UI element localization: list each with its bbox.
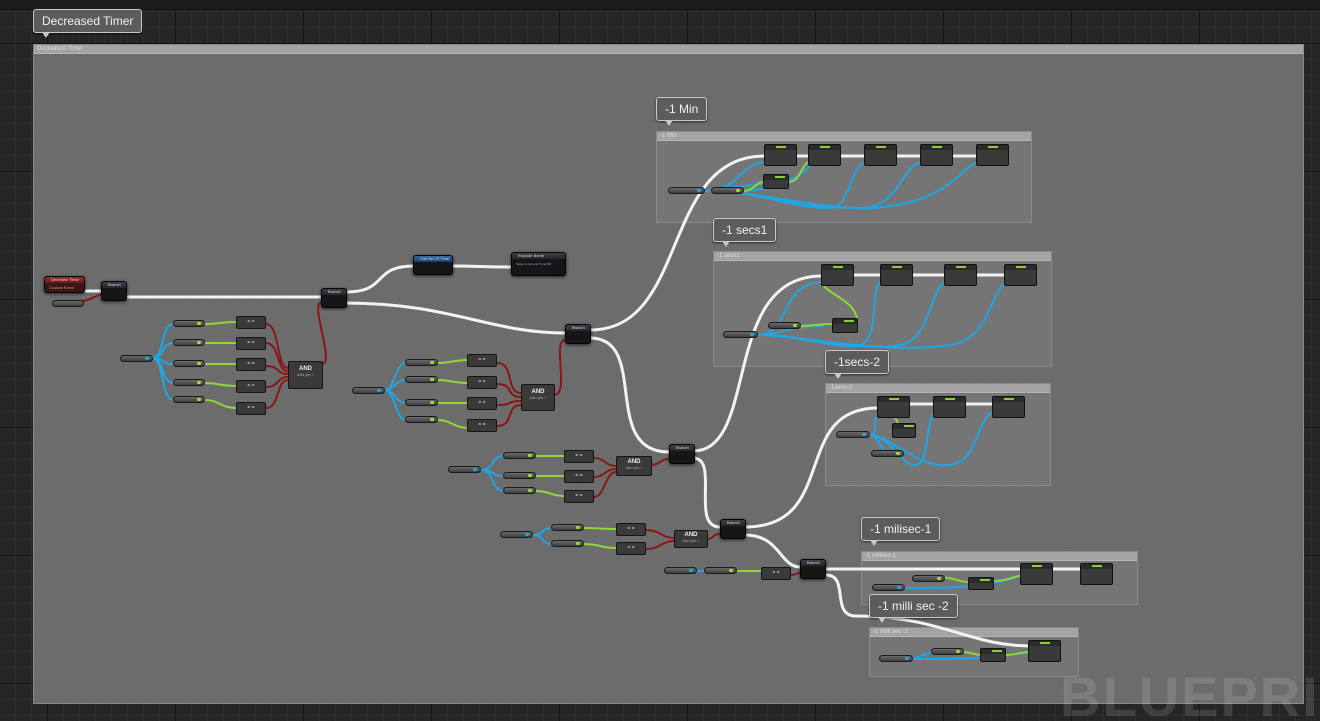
compare-node[interactable]: = = — [467, 397, 497, 410]
add-pin-label[interactable]: Add pin + — [617, 465, 651, 470]
variable-getter[interactable] — [52, 300, 84, 307]
variable-getter[interactable] — [503, 472, 536, 479]
variable-getter[interactable] — [879, 655, 913, 662]
and-boolean-node[interactable]: AND Add pin + — [674, 530, 708, 548]
add-pin-label[interactable]: Add pin + — [675, 538, 707, 543]
math-node[interactable] — [968, 577, 994, 590]
event-title: Decrease Timer — [45, 277, 84, 283]
compare-node[interactable]: = = — [467, 419, 497, 432]
variable-getter[interactable] — [405, 399, 438, 406]
set-variable-node[interactable] — [933, 396, 966, 418]
math-node[interactable] — [763, 174, 789, 189]
variable-getter[interactable] — [173, 320, 205, 327]
variable-getter[interactable] — [173, 396, 205, 403]
variable-getter[interactable] — [668, 187, 705, 194]
compare-node[interactable]: = = — [467, 376, 497, 389]
explode-bomb-function-node[interactable]: Explode Bomb Target is Ground Timer BP — [511, 252, 566, 276]
branch-node[interactable]: Branch — [669, 444, 695, 464]
variable-getter[interactable] — [405, 359, 438, 366]
branch-title: Branch — [566, 325, 590, 331]
math-node[interactable] — [832, 318, 858, 333]
set-variable-node[interactable] — [808, 144, 841, 166]
branch-node[interactable]: Branch — [101, 281, 127, 301]
set-variable-node[interactable] — [880, 264, 913, 286]
comment-bubble-millisec2[interactable]: -1 milli sec -2 — [869, 594, 958, 623]
add-pin-label[interactable]: Add pin + — [522, 395, 554, 400]
branch-node[interactable]: Branch — [565, 324, 591, 344]
branch-title: Branch — [322, 289, 346, 295]
set-timer-function-node[interactable]: Call Set Of Time — [413, 255, 453, 275]
variable-getter[interactable] — [912, 575, 945, 582]
compare-node[interactable]: = = — [236, 380, 266, 393]
variable-getter[interactable] — [664, 567, 697, 574]
blueprint-graph-canvas[interactable]: Decreased Timer Decreased Timer -1 Min -… — [0, 0, 1320, 721]
variable-getter[interactable] — [405, 416, 438, 423]
variable-getter[interactable] — [711, 187, 744, 194]
variable-getter[interactable] — [120, 355, 153, 362]
set-variable-node[interactable] — [1080, 563, 1113, 585]
variable-getter[interactable] — [551, 524, 584, 531]
set-variable-node[interactable] — [1028, 640, 1061, 662]
compare-node[interactable]: = = — [236, 358, 266, 371]
set-timer-title: Call Set Of Time — [414, 256, 452, 262]
compare-node[interactable]: = = — [564, 450, 594, 463]
and-boolean-node[interactable]: AND Add pin + — [616, 456, 652, 476]
comment-bubble-secs2[interactable]: -1secs-2 — [825, 350, 890, 379]
compare-node[interactable]: = = — [467, 354, 497, 367]
and-boolean-node[interactable]: AND Add pin + — [521, 384, 555, 411]
variable-getter[interactable] — [405, 376, 438, 383]
event-subtitle: Custom Event — [49, 285, 75, 290]
variable-getter[interactable] — [871, 450, 904, 457]
variable-getter[interactable] — [503, 487, 536, 494]
set-variable-node[interactable] — [877, 396, 910, 418]
compare-node[interactable]: = = — [236, 337, 266, 350]
variable-getter[interactable] — [503, 452, 536, 459]
custom-event-node[interactable]: Decrease Timer Custom Event — [44, 276, 85, 293]
branch-node[interactable]: Branch — [321, 288, 347, 308]
variable-getter[interactable] — [448, 466, 481, 473]
variable-getter[interactable] — [551, 540, 584, 547]
variable-getter[interactable] — [836, 431, 870, 438]
math-node[interactable] — [892, 423, 916, 438]
set-variable-node[interactable] — [944, 264, 977, 286]
variable-getter[interactable] — [723, 331, 758, 338]
set-variable-node[interactable] — [1004, 264, 1037, 286]
set-variable-node[interactable] — [864, 144, 897, 166]
branch-title: Branch — [721, 520, 745, 526]
explode-bomb-subtitle: Target is Ground Timer BP — [516, 262, 552, 266]
add-pin-label[interactable]: Add pin + — [289, 372, 322, 377]
compare-node[interactable]: = = — [616, 542, 646, 555]
branch-title: Branch — [102, 282, 126, 288]
set-variable-node[interactable] — [992, 396, 1025, 418]
variable-getter[interactable] — [768, 322, 801, 329]
compare-node[interactable]: = = — [564, 490, 594, 503]
set-variable-node[interactable] — [920, 144, 953, 166]
compare-node[interactable]: = = — [564, 470, 594, 483]
branch-title: Branch — [801, 560, 825, 566]
blueprint-watermark: BLUEPRIN — [1060, 665, 1320, 721]
variable-getter[interactable] — [500, 531, 533, 538]
compare-node[interactable]: = = — [616, 523, 646, 536]
set-variable-node[interactable] — [764, 144, 797, 166]
variable-getter[interactable] — [173, 360, 205, 367]
variable-getter[interactable] — [704, 567, 737, 574]
variable-getter[interactable] — [173, 379, 205, 386]
compare-node[interactable]: = = — [236, 316, 266, 329]
variable-getter[interactable] — [872, 584, 905, 591]
branch-node[interactable]: Branch — [800, 559, 826, 579]
math-node[interactable] — [980, 648, 1006, 662]
set-variable-node[interactable] — [821, 264, 854, 286]
compare-node[interactable]: = = — [761, 567, 791, 580]
variable-getter[interactable] — [173, 339, 205, 346]
variable-getter[interactable] — [352, 387, 385, 394]
set-variable-node[interactable] — [1020, 563, 1053, 585]
set-variable-node[interactable] — [976, 144, 1009, 166]
and-boolean-node[interactable]: AND Add pin + — [288, 361, 323, 389]
branch-title: Branch — [670, 445, 694, 451]
branch-node[interactable]: Branch — [720, 519, 746, 539]
variable-getter[interactable] — [931, 648, 964, 655]
compare-node[interactable]: = = — [236, 402, 266, 415]
